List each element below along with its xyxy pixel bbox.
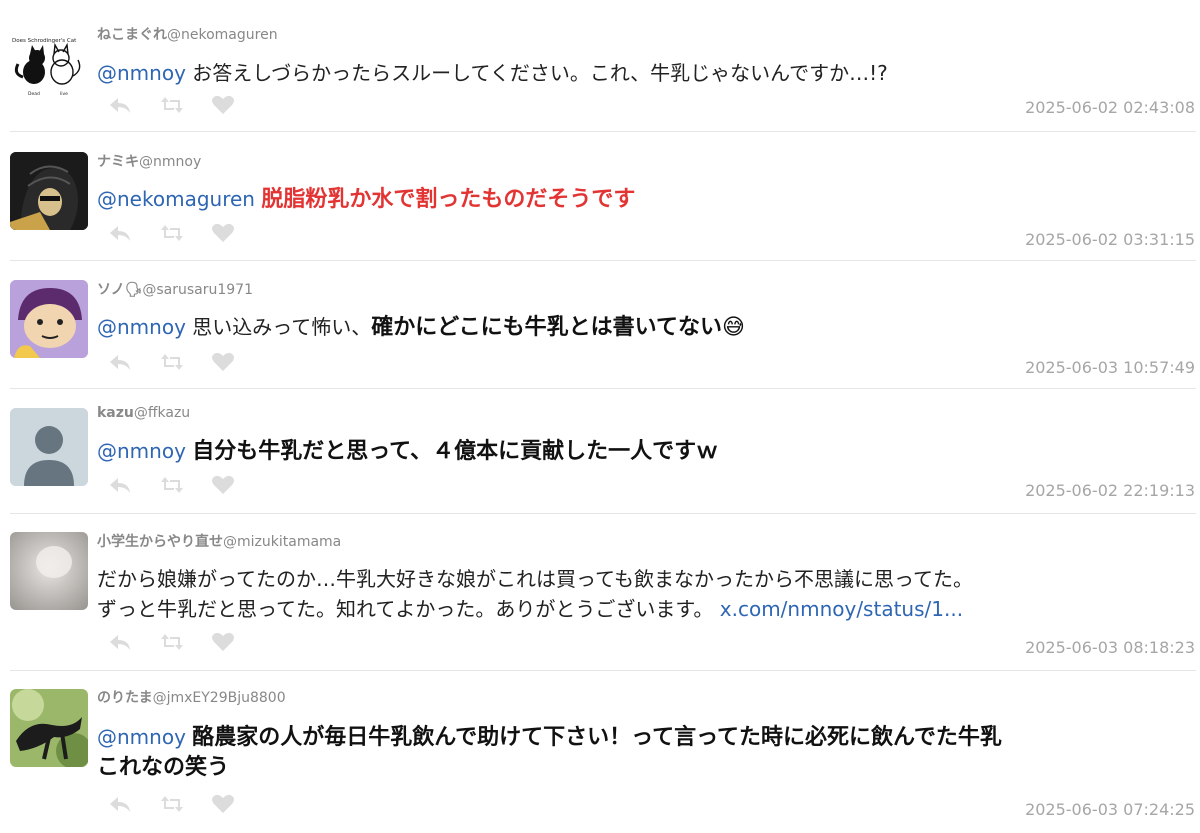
avatar[interactable]	[10, 408, 88, 486]
mention-link[interactable]: @nmnoy	[97, 315, 186, 339]
tweet-6: のりたま@jmxEY29Bju8800 @nmnoy 酪農家の人が毎日牛乳飲んで…	[0, 670, 1200, 833]
heart-icon[interactable]	[211, 352, 235, 372]
reply-icon[interactable]	[108, 794, 132, 814]
user-handle[interactable]: @mizukitamama	[223, 534, 341, 550]
tweet-body-line-2-wrap: ずっと牛乳だと思ってた。知れてよかった。ありがとうございます。 x.com/nm…	[97, 594, 1197, 624]
tweet-text: @nekomaguren 脱脂粉乳か水で割ったものだそうです	[97, 184, 1197, 215]
reply-icon[interactable]	[108, 352, 132, 372]
mention-link[interactable]: @nmnoy	[97, 439, 186, 463]
user-handle[interactable]: @jmxEY29Bju8800	[153, 690, 286, 706]
tweet-header: のりたま@jmxEY29Bju8800	[97, 687, 286, 707]
tweet-header: 小学生からやり直せ@mizukitamama	[97, 531, 341, 551]
tweet-text: だから娘嫌がってたのか…牛乳大好きな娘がこれは買っても飲まなかったから不思議に思…	[97, 564, 1197, 624]
user-handle[interactable]: @ffkazu	[134, 405, 190, 421]
heart-icon[interactable]	[211, 95, 235, 115]
timestamp[interactable]: 2025-06-02 02:43:08	[1025, 98, 1195, 117]
reply-icon[interactable]	[108, 223, 132, 243]
heart-icon[interactable]	[211, 223, 235, 243]
timestamp[interactable]: 2025-06-03 10:57:49	[1025, 358, 1195, 377]
tweet-body-text: 脱脂粉乳か水で割ったものだそうです	[261, 187, 636, 212]
tweet-body-line-2: これなの笑う	[97, 755, 230, 780]
avatar-label-left: Dead	[28, 91, 40, 97]
timestamp[interactable]: 2025-06-03 07:24:25	[1025, 800, 1195, 819]
retweet-icon[interactable]	[160, 352, 184, 372]
avatar[interactable]	[10, 532, 88, 610]
tweet-4: kazu@ffkazu @nmnoy 自分も牛乳だと思って、４億本に貢献した一人…	[0, 388, 1200, 514]
reply-icon[interactable]	[108, 632, 132, 652]
timestamp[interactable]: 2025-06-02 22:19:13	[1025, 481, 1195, 500]
retweet-icon[interactable]	[160, 475, 184, 495]
quoted-tweet-link[interactable]: x.com/nmnoy/status/1...	[720, 597, 963, 621]
avatar-label-right: live	[60, 91, 68, 97]
avatar[interactable]	[10, 689, 88, 767]
timestamp[interactable]: 2025-06-03 08:18:23	[1025, 638, 1195, 657]
mention-link[interactable]: @nmnoy	[97, 61, 186, 85]
tweet-text: @nmnoy 酪農家の人が毎日牛乳飲んで助けて下さい！って言ってた時に必死に飲ん…	[97, 722, 1197, 783]
reply-icon[interactable]	[108, 95, 132, 115]
user-handle[interactable]: @sarusaru1971	[142, 282, 253, 298]
retweet-icon[interactable]	[160, 794, 184, 814]
retweet-icon[interactable]	[160, 95, 184, 115]
tweet-header: ねこまぐれ@nekomaguren	[97, 24, 278, 44]
timestamp[interactable]: 2025-06-02 03:31:15	[1025, 230, 1195, 249]
tweet-text: @nmnoy 自分も牛乳だと思って、４億本に貢献した一人ですｗ	[97, 436, 1197, 467]
heart-icon[interactable]	[211, 475, 235, 495]
heart-icon[interactable]	[211, 794, 235, 814]
tweet-1: Does Schrodinger's Cat Dead live ねこまぐれ@n…	[0, 0, 1200, 132]
mention-link[interactable]: @nmnoy	[97, 725, 186, 749]
tweet-header: ナミキ@nmnoy	[97, 151, 201, 171]
avatar[interactable]	[10, 152, 88, 230]
tweet-body-line-2: ずっと牛乳だと思ってた。知れてよかった。ありがとうございます。	[97, 597, 714, 621]
tweet-body-line-1-wrap: @nmnoy 酪農家の人が毎日牛乳飲んで助けて下さい！って言ってた時に必死に飲ん…	[97, 722, 1197, 753]
reply-icon[interactable]	[108, 475, 132, 495]
heart-icon[interactable]	[211, 632, 235, 652]
retweet-icon[interactable]	[160, 223, 184, 243]
avatar[interactable]: Does Schrodinger's Cat Dead live	[10, 22, 88, 100]
tweet-5: 小学生からやり直せ@mizukitamama だから娘嫌がってたのか…牛乳大好き…	[0, 514, 1200, 671]
tweet-body-line-1: だから娘嫌がってたのか…牛乳大好きな娘がこれは買っても飲まなかったから不思議に思…	[97, 567, 973, 591]
tweet-body-text: 思い込みって怖い、	[192, 315, 372, 339]
user-handle[interactable]: @nekomaguren	[167, 27, 278, 43]
user-handle[interactable]: @nmnoy	[139, 154, 201, 170]
tweet-body-emphasis: 確かにどこにも牛乳とは書いてない😅	[371, 315, 745, 340]
display-name[interactable]: 小学生からやり直せ	[97, 534, 223, 550]
tweet-body-text: 自分も牛乳だと思って、４億本に貢献した一人ですｗ	[192, 439, 719, 464]
tweet-header: kazu@ffkazu	[97, 405, 190, 421]
mention-link[interactable]: @nekomaguren	[97, 187, 255, 211]
display-name[interactable]: ナミキ	[97, 154, 139, 170]
display-name[interactable]: ソノ🗣	[97, 282, 142, 298]
retweet-icon[interactable]	[160, 632, 184, 652]
tweet-body-line-1: 酪農家の人が毎日牛乳飲んで助けて下さい！って言ってた時に必死に飲んでた牛乳	[192, 725, 1002, 750]
tweet-header: ソノ🗣@sarusaru1971	[97, 279, 253, 299]
tweet-text: @nmnoy 思い込みって怖い、確かにどこにも牛乳とは書いてない😅	[97, 312, 1197, 343]
tweet-text: @nmnoy お答えしづらかったらスルーしてください。これ、牛乳じゃないんですか…	[97, 58, 1197, 88]
tweet-body-text: お答えしづらかったらスルーしてください。これ、牛乳じゃないんですか…!?	[192, 61, 888, 85]
display-name[interactable]: のりたま	[97, 690, 153, 706]
display-name[interactable]: kazu	[97, 405, 134, 421]
display-name[interactable]: ねこまぐれ	[97, 27, 167, 43]
tweet-2: ナミキ@nmnoy @nekomaguren 脱脂粉乳か水で割ったものだそうです…	[0, 132, 1200, 261]
tweet-feed: Does Schrodinger's Cat Dead live ねこまぐれ@n…	[0, 0, 1200, 833]
tweet-3: ソノ🗣@sarusaru1971 @nmnoy 思い込みって怖い、確かにどこにも…	[0, 260, 1200, 389]
avatar[interactable]	[10, 280, 88, 358]
